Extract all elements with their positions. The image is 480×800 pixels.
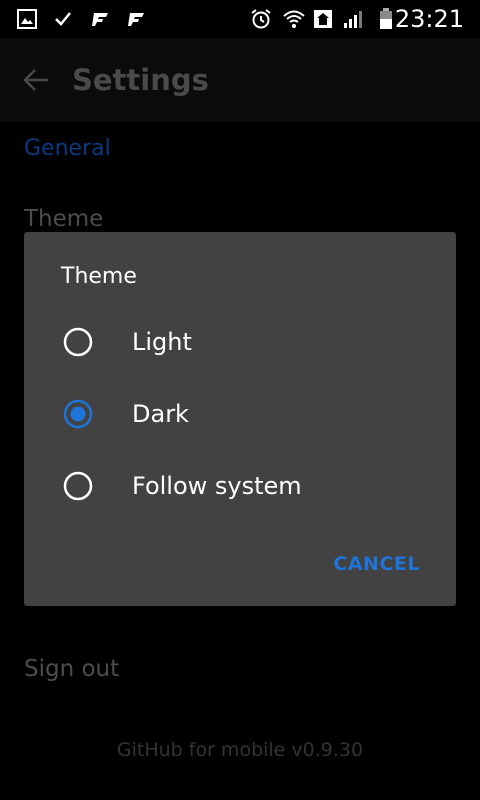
signal-icon bbox=[342, 8, 366, 30]
theme-option-follow-system[interactable]: Follow system bbox=[24, 454, 456, 518]
status-time: 23:21 bbox=[394, 5, 464, 33]
option-label: Dark bbox=[132, 400, 189, 428]
app-bar: Settings bbox=[0, 38, 480, 122]
dialog-title: Theme bbox=[61, 264, 137, 289]
theme-preference[interactable]: Theme bbox=[24, 204, 103, 234]
option-label: Follow system bbox=[132, 472, 302, 500]
wifi-icon bbox=[282, 8, 306, 30]
theme-option-light[interactable]: Light bbox=[24, 310, 456, 374]
page-title: Settings bbox=[72, 63, 209, 97]
check-icon bbox=[52, 8, 74, 30]
image-icon bbox=[16, 8, 38, 30]
app-f-icon bbox=[90, 8, 112, 30]
home-icon bbox=[312, 8, 334, 30]
radio-checked-icon[interactable] bbox=[62, 398, 94, 430]
arrow-left-icon[interactable] bbox=[22, 68, 50, 92]
radio-unchecked-icon[interactable] bbox=[62, 326, 94, 358]
section-header-general: General bbox=[24, 136, 111, 161]
battery-icon bbox=[378, 8, 394, 30]
option-label: Light bbox=[132, 328, 192, 356]
app-f-icon bbox=[126, 8, 148, 30]
alarm-icon bbox=[250, 8, 272, 30]
radio-unchecked-icon[interactable] bbox=[62, 470, 94, 502]
status-bar: 23:21 bbox=[0, 0, 480, 38]
version-text: GitHub for mobile v0.9.30 bbox=[116, 739, 364, 761]
theme-option-dark[interactable]: Dark bbox=[24, 382, 456, 446]
theme-dialog: Theme Light Dark Follow system CANCEL bbox=[24, 232, 456, 606]
screen: 23:21 Settings General Theme Sign out Gi… bbox=[0, 0, 480, 800]
cancel-button[interactable]: CANCEL bbox=[325, 546, 428, 582]
sign-out-button[interactable]: Sign out bbox=[24, 654, 119, 684]
